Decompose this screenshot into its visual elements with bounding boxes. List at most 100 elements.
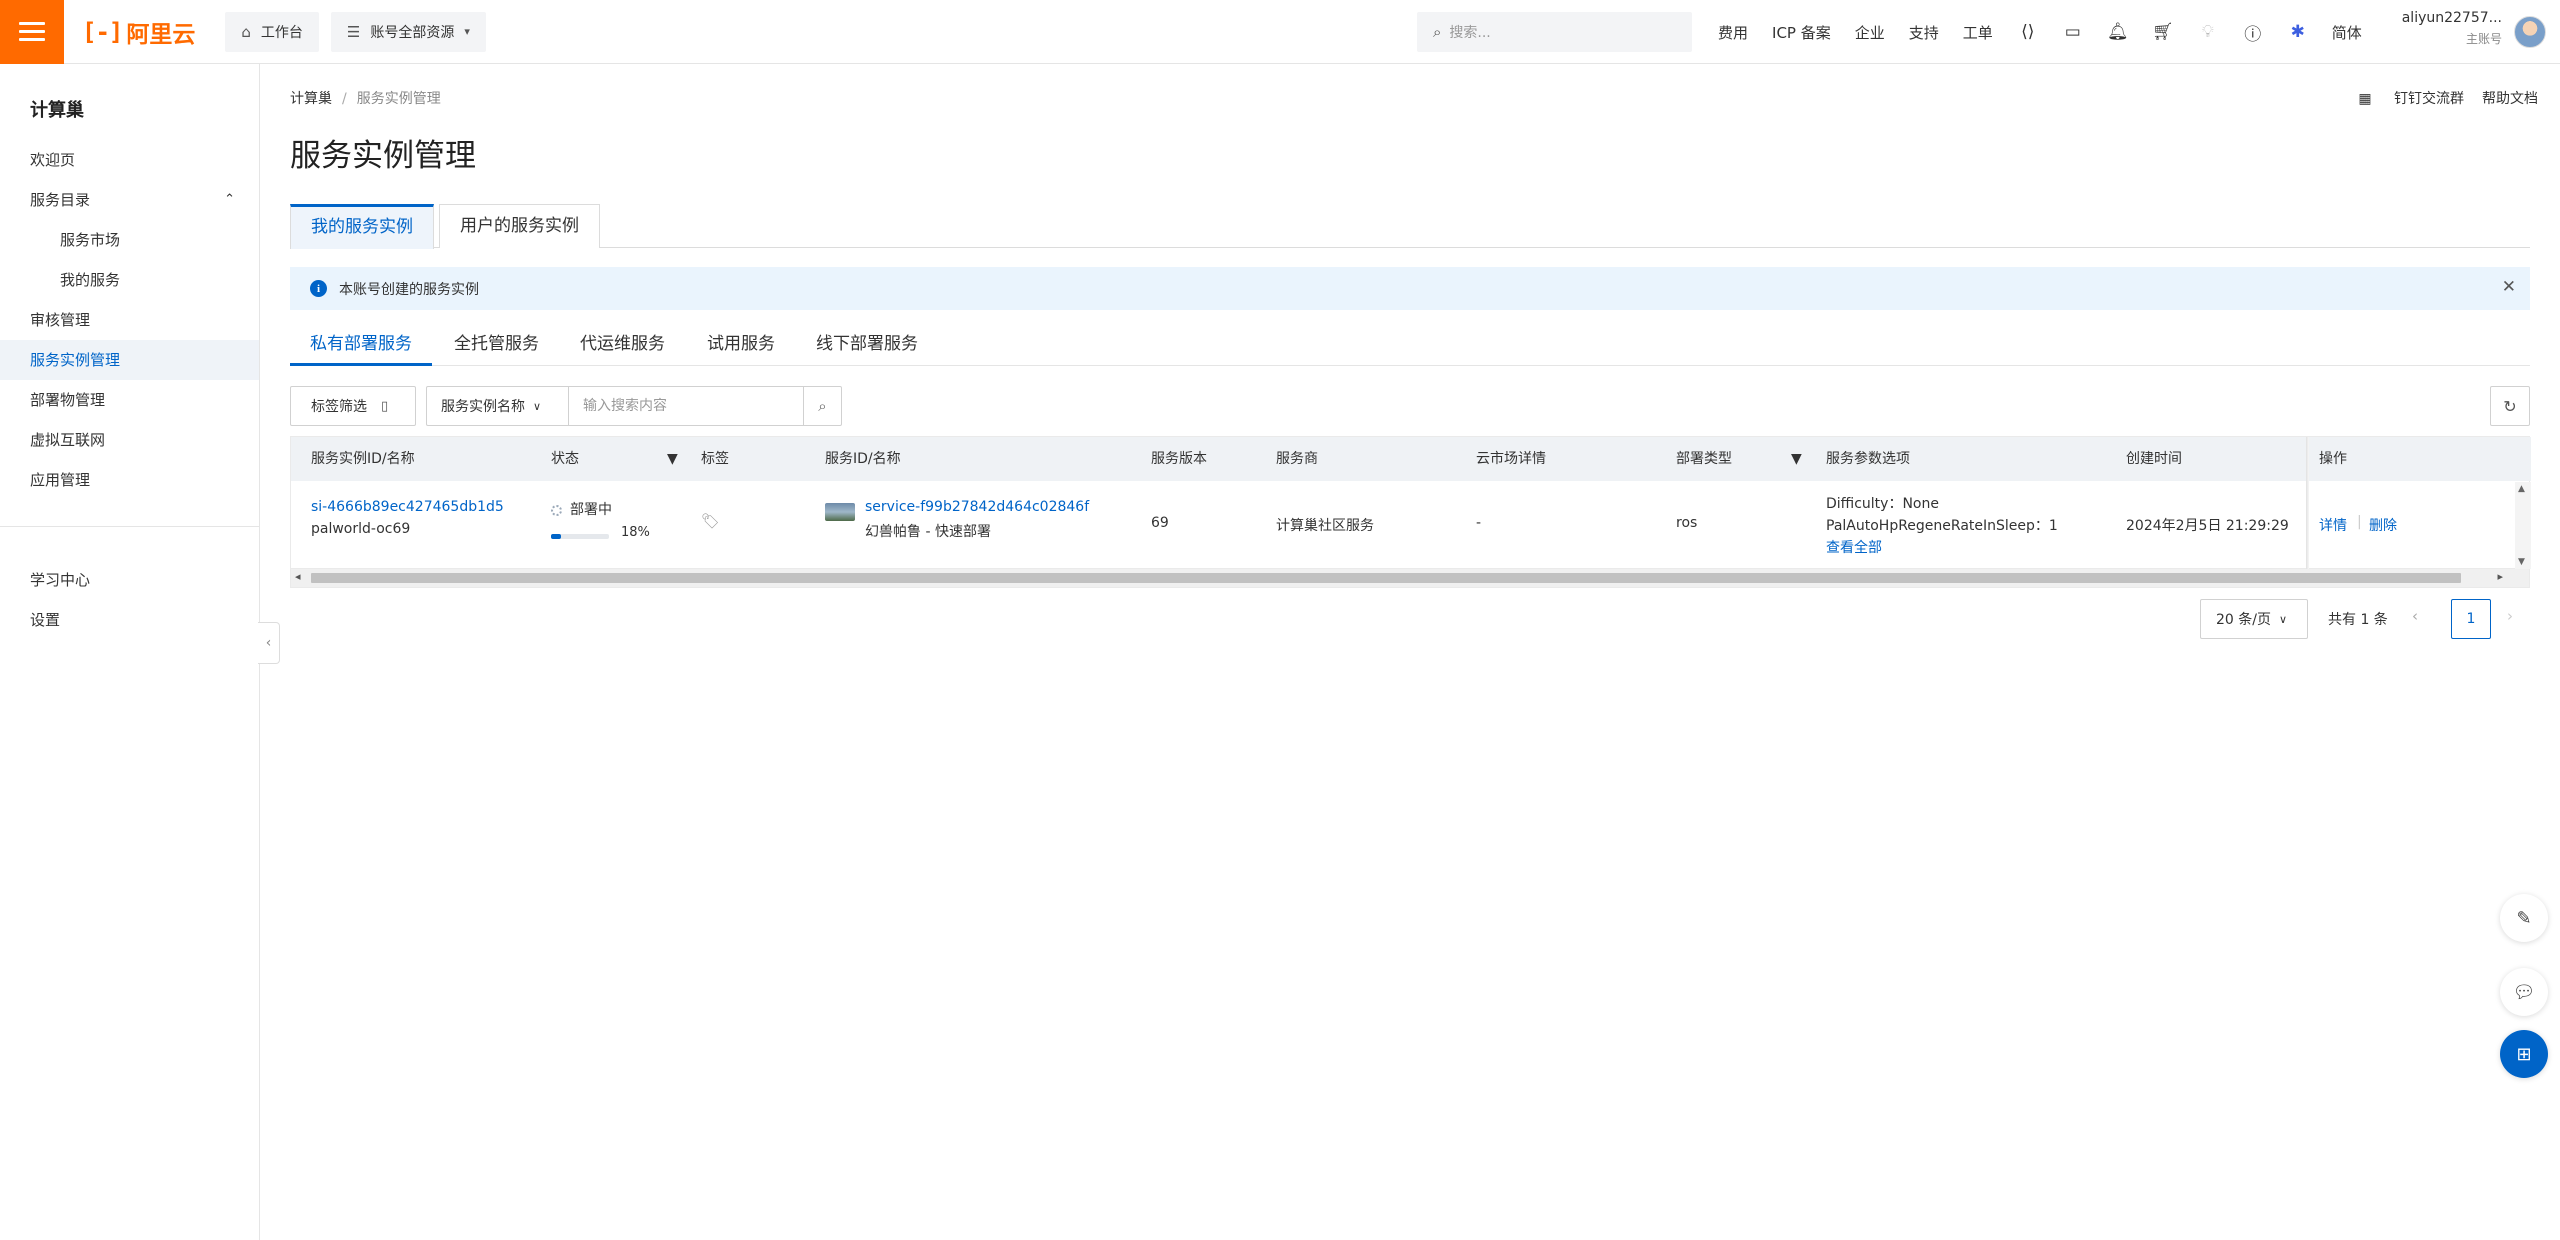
pencil-icon: ✎ <box>2516 907 2532 929</box>
avatar[interactable] <box>2514 16 2546 48</box>
app-badge-icon[interactable]: ✱ <box>2287 21 2309 43</box>
deploy-type-filter-icon[interactable]: ▼ <box>1791 437 1802 481</box>
terminal-icon[interactable]: ▭ <box>2062 21 2084 43</box>
tab-managed-ops[interactable]: 代运维服务 <box>560 328 685 366</box>
tag-filter-label: 标签筛选 <box>311 399 367 415</box>
filter-icon: ▯ <box>381 398 389 414</box>
sidebar-item-welcome[interactable]: 欢迎页 <box>0 140 259 180</box>
page-size-select[interactable]: 20 条/页 ∨ <box>2200 599 2308 639</box>
column-version: 服务版本 <box>1151 451 1207 467</box>
enterprise-link[interactable]: 企业 <box>1855 22 1885 43</box>
cart-icon[interactable]: 🛒︎ <box>2152 21 2174 43</box>
sidebar-item-my-services[interactable]: 我的服务 <box>0 260 259 300</box>
aliyun-logo-mark: [-] <box>82 17 123 46</box>
notice-text: 本账号创建的服务实例 <box>339 281 479 298</box>
horizontal-scroll-thumb[interactable] <box>311 573 2461 583</box>
aliyun-logo-text: 阿里云 <box>126 21 196 48</box>
refresh-icon: ↻ <box>2503 396 2517 416</box>
sidebar-item-learning-center[interactable]: 学习中心 <box>0 560 259 600</box>
list-icon: ☰ <box>346 22 361 41</box>
detail-link[interactable]: 详情 <box>2319 515 2347 535</box>
chevron-down-icon: ▾ <box>464 25 470 38</box>
bell-icon[interactable]: 🔔︎ <box>2107 21 2129 43</box>
view-all-params-link[interactable]: 查看全部 <box>1826 537 1882 557</box>
deployment-type-tabs: 私有部署服务 全托管服务 代运维服务 试用服务 线下部署服务 <box>290 328 2530 366</box>
column-instance: 服务实例ID/名称 <box>311 451 415 467</box>
sidebar-item-virtual-network[interactable]: 虚拟互联网 <box>0 420 259 460</box>
sidebar-item-app-management[interactable]: 应用管理 <box>0 460 259 500</box>
apps-button[interactable]: ⊞ <box>2500 1030 2548 1078</box>
deploy-progress-label: 18% <box>621 525 650 540</box>
sidebar-item-artifacts[interactable]: 部署物管理 <box>0 380 259 420</box>
billing-link[interactable]: 费用 <box>1718 22 1748 43</box>
sidebar-collapse-button[interactable]: ‹ <box>258 622 280 664</box>
service-thumbnail <box>825 503 855 521</box>
support-link[interactable]: 支持 <box>1909 22 1939 43</box>
ticket-link[interactable]: 工单 <box>1963 22 1993 43</box>
aliyun-logo[interactable]: [-] 阿里云 <box>82 0 195 64</box>
status-filter-icon[interactable]: ▼ <box>667 437 678 481</box>
chat-icon: 💬︎ <box>2512 981 2536 1003</box>
chevron-down-icon: ∨ <box>533 399 542 413</box>
tab-private-deployment[interactable]: 私有部署服务 <box>290 328 432 366</box>
tag-icon[interactable]: 🏷︎ <box>701 512 720 530</box>
sidebar-title: 计算巢 <box>30 100 84 121</box>
breadcrumb-item[interactable]: 计算巢 <box>290 91 332 107</box>
service-id-link[interactable]: service-f99b27842d464c02846f <box>865 499 1089 515</box>
sidebar-item-review[interactable]: 审核管理 <box>0 300 259 340</box>
vertical-scrollbar[interactable]: ▲ ▼ <box>2515 482 2531 569</box>
next-page-icon[interactable]: › <box>2507 607 2513 625</box>
tab-my-instances[interactable]: 我的服务实例 <box>290 204 434 249</box>
sidebar-item-instance-management[interactable]: 服务实例管理 <box>0 340 259 380</box>
global-search-input[interactable]: ⌕ 搜索... <box>1417 12 1692 52</box>
horizontal-scrollbar[interactable]: ◂ ▸ <box>291 569 2529 587</box>
lightbulb-icon[interactable]: 💡︎ <box>2197 21 2219 43</box>
sidebar-item-service-catalog[interactable]: 服务目录 ⌃ <box>0 180 259 220</box>
scroll-right-icon[interactable]: ▸ <box>2497 570 2503 583</box>
chat-button[interactable]: 💬︎ <box>2500 968 2548 1016</box>
edit-feedback-button[interactable]: ✎ <box>2500 894 2548 942</box>
instance-id-link[interactable]: si-4666b89ec427465db1d5 <box>311 499 504 515</box>
language-switch[interactable]: 简体 <box>2332 22 2362 43</box>
help-docs-link[interactable]: 帮助文档 <box>2482 88 2538 108</box>
sidebar: 计算巢 欢迎页 服务目录 ⌃ 服务市场 我的服务 审核管理 服务实例管理 部署物… <box>0 64 260 1240</box>
sidebar-item-settings[interactable]: 设置 <box>0 600 259 640</box>
header-links: ▦ 钉钉交流群 帮助文档 <box>2322 88 2538 108</box>
sidebar-item-label: 服务目录 <box>30 191 91 209</box>
tab-user-instances[interactable]: 用户的服务实例 <box>439 204 600 248</box>
account-resources-label: 账号全部资源 <box>370 24 455 41</box>
tab-fully-managed[interactable]: 全托管服务 <box>434 328 559 366</box>
table-row: si-4666b89ec427465db1d5 palworld-oc69 部署… <box>291 482 2531 569</box>
user-info[interactable]: aliyun22757... 主账号 <box>2398 10 2502 47</box>
menu-icon[interactable] <box>0 0 64 64</box>
dingtalk-group-link[interactable]: ▦ 钉钉交流群 <box>2340 88 2464 108</box>
breadcrumb-current: 服务实例管理 <box>356 91 441 107</box>
tab-offline-deployment[interactable]: 线下部署服务 <box>796 328 938 366</box>
workbench-button[interactable]: ⌂ 工作台 <box>225 11 319 52</box>
deploy-type: ros <box>1676 515 1698 531</box>
scroll-left-icon[interactable]: ◂ <box>295 570 301 583</box>
search-button[interactable]: ⌕ <box>803 387 841 425</box>
search-icon: ⌕ <box>1433 23 1442 41</box>
icp-link[interactable]: ICP 备案 <box>1772 22 1831 43</box>
code-icon[interactable]: ⟨⟩ <box>2017 21 2039 43</box>
instances-table: 服务实例ID/名称 状态 ▼ 标签 服务ID/名称 服务版本 服务商 云市场详情… <box>290 436 2531 588</box>
service-version: 69 <box>1151 515 1169 531</box>
page-number-button[interactable]: 1 <box>2451 599 2491 639</box>
tab-trial[interactable]: 试用服务 <box>687 328 795 366</box>
prev-page-icon[interactable]: ‹ <box>2412 607 2418 625</box>
help-icon[interactable]: ⓘ <box>2242 21 2264 45</box>
close-icon[interactable]: ✕ <box>2502 277 2516 297</box>
status-text: 部署中 <box>551 499 612 519</box>
delete-link[interactable]: 删除 <box>2369 515 2397 535</box>
tag-filter-button[interactable]: 标签筛选 ▯ <box>290 386 416 426</box>
sidebar-item-service-market[interactable]: 服务市场 <box>0 220 259 260</box>
scroll-down-icon[interactable]: ▼ <box>2518 557 2525 567</box>
account-resources-dropdown[interactable]: ☰ 账号全部资源 ▾ <box>330 11 486 52</box>
refresh-button[interactable]: ↻ <box>2490 386 2530 426</box>
search-icon: ⌕ <box>818 397 827 415</box>
scroll-up-icon[interactable]: ▲ <box>2518 484 2525 494</box>
column-deploy-type: 部署类型 <box>1676 451 1732 467</box>
search-field-select[interactable]: 服务实例名称 ∨ <box>427 387 569 425</box>
search-input[interactable] <box>569 387 803 425</box>
